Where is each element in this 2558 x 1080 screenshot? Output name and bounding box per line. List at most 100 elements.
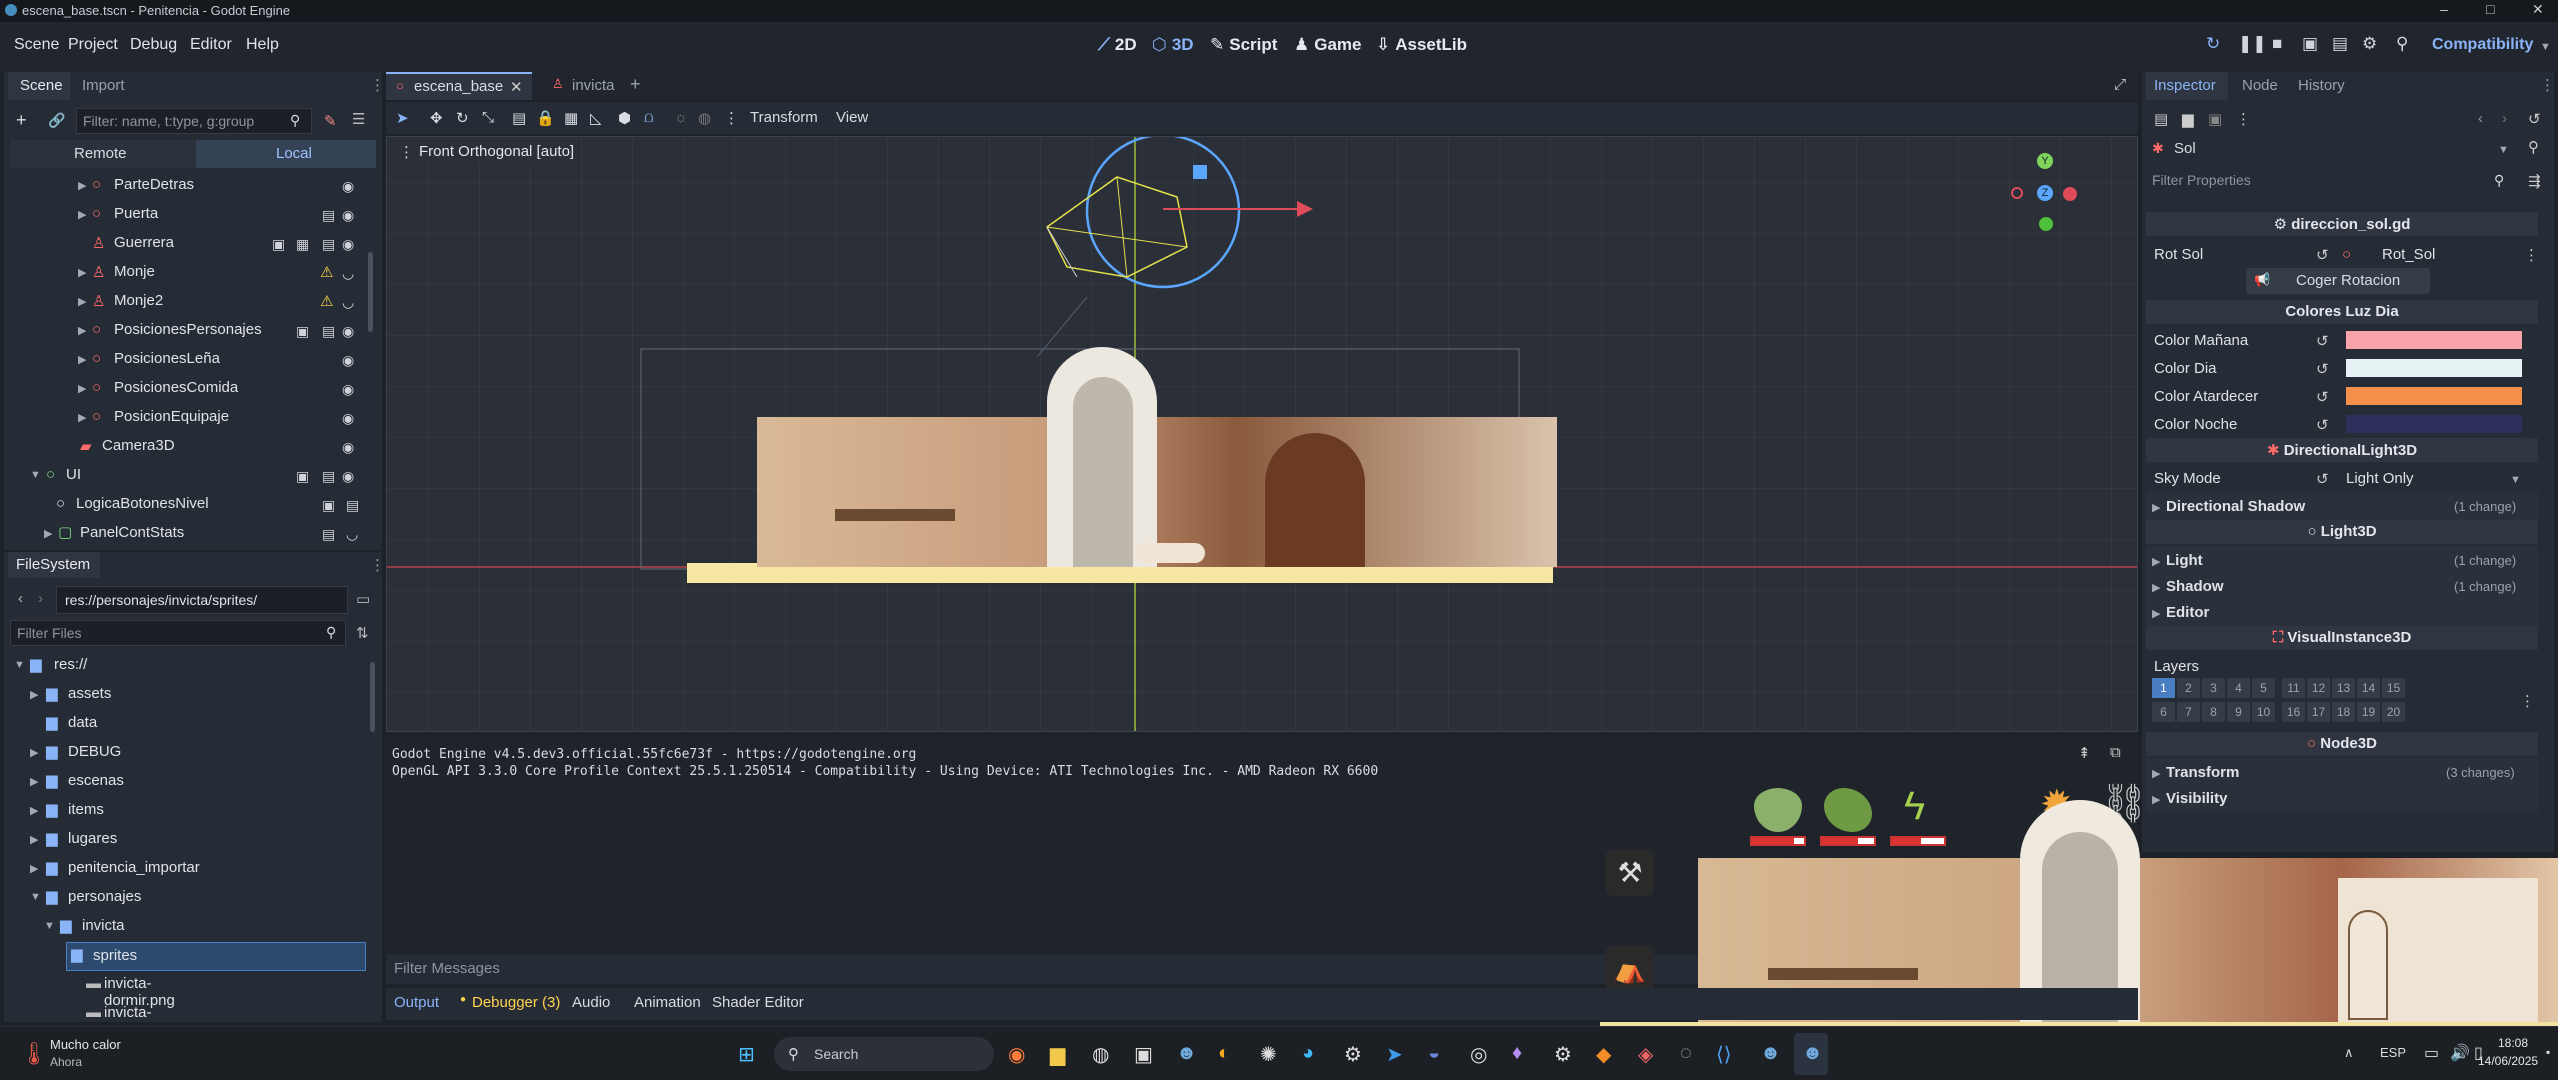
visibility-eye-icon[interactable]: ◉: [342, 207, 354, 224]
filesystem-filter-input[interactable]: Filter Files: [10, 620, 346, 646]
add-tab-button[interactable]: +: [630, 74, 641, 95]
revert-icon[interactable]: ↺: [2316, 470, 2329, 488]
layer-20[interactable]: 20: [2382, 702, 2405, 722]
chevron-right-icon[interactable]: ▶: [78, 179, 86, 192]
tab-history[interactable]: History: [2298, 77, 2345, 94]
local-space-icon[interactable]: ⬢: [618, 109, 631, 127]
chevron-down-icon[interactable]: ▼: [44, 920, 55, 932]
menu-scene[interactable]: Scene: [14, 36, 59, 54]
layer-17[interactable]: 17: [2307, 702, 2330, 722]
revert-icon[interactable]: ↺: [2316, 388, 2329, 406]
layer-11[interactable]: 11: [2282, 678, 2305, 698]
visibility-hidden-icon[interactable]: ◡: [342, 294, 354, 311]
tool-axe-button[interactable]: ⚒: [1606, 850, 1654, 896]
transform-menu[interactable]: Transform: [750, 109, 818, 126]
list-select-icon[interactable]: ▤: [512, 109, 526, 127]
blender-icon[interactable]: ◐: [1218, 1042, 1230, 1065]
chevron-right-icon[interactable]: ▶: [30, 688, 38, 701]
layer-12[interactable]: 12: [2307, 678, 2330, 698]
tray-overflow-icon[interactable]: ∧: [2344, 1045, 2354, 1061]
tab-animation[interactable]: Animation: [634, 994, 701, 1011]
gizmo-z-axis[interactable]: Z: [2037, 185, 2053, 201]
menu-debug[interactable]: Debug: [130, 36, 177, 54]
gizmo-y-axis[interactable]: Y: [2037, 153, 2053, 169]
ruler-icon[interactable]: ◺: [590, 109, 602, 127]
warning-icon[interactable]: ⚠: [320, 292, 333, 310]
layer-10[interactable]: 10: [2252, 702, 2275, 722]
inspector-options-icon[interactable]: ⇶: [2528, 172, 2541, 190]
layer-6[interactable]: 6: [2152, 702, 2175, 722]
remote-tab[interactable]: Remote: [74, 145, 127, 162]
visibility-eye-icon[interactable]: ◉: [342, 381, 354, 398]
light3d-section-header[interactable]: ○ Light3D: [2146, 520, 2538, 544]
revert-icon[interactable]: ↺: [2316, 332, 2329, 350]
layer-4[interactable]: 4: [2227, 678, 2250, 698]
group-icon[interactable]: ▦: [296, 236, 309, 253]
chevron-down-icon[interactable]: ▼: [2498, 144, 2509, 156]
lock-icon[interactable]: 🔒: [536, 109, 555, 127]
rotate-tool-icon[interactable]: ↻: [456, 109, 469, 127]
scene-filter-input[interactable]: Filter: name, t:type, g:group: [76, 108, 312, 134]
save-resource-icon[interactable]: ▣: [2208, 110, 2222, 128]
scrollbar[interactable]: [370, 662, 375, 732]
filter-messages-input[interactable]: Filter Messages: [394, 960, 500, 977]
group-shadow[interactable]: ▶ Shadow (1 change): [2146, 572, 2538, 600]
tab-scene[interactable]: Scene: [8, 72, 70, 100]
file-explorer-icon[interactable]: ▆: [1050, 1042, 1065, 1067]
layer-18[interactable]: 18: [2332, 702, 2355, 722]
layer-1[interactable]: 1: [2152, 678, 2175, 698]
git-icon[interactable]: ◈: [1638, 1042, 1653, 1067]
visibility-eye-icon[interactable]: ◉: [342, 410, 354, 427]
inspected-node-name[interactable]: Sol: [2174, 140, 2196, 157]
chevron-right-icon[interactable]: ▶: [78, 353, 86, 366]
menu-editor[interactable]: Editor: [190, 36, 232, 54]
warning-icon[interactable]: ⚠: [320, 263, 333, 281]
fs-row-sprites[interactable]: ▆ sprites: [66, 942, 366, 971]
firefox-icon[interactable]: ◉: [1008, 1042, 1025, 1067]
tab-output[interactable]: Output: [394, 994, 439, 1011]
layer-5[interactable]: 5: [2252, 678, 2275, 698]
chevron-right-icon[interactable]: ▶: [78, 324, 86, 337]
taskbar-search[interactable]: ⚲ Search: [774, 1037, 994, 1071]
group-icon[interactable]: ▦: [564, 109, 578, 127]
gizmo-neg-x-axis[interactable]: [2011, 187, 2023, 199]
chevron-right-icon[interactable]: ▶: [78, 266, 86, 279]
visibility-eye-icon[interactable]: ◉: [342, 178, 354, 195]
tab-inspector[interactable]: Inspector: [2146, 72, 2228, 100]
workspace-3d[interactable]: ⬡ 3D: [1152, 35, 1194, 55]
godot-alt-icon[interactable]: ☻: [1176, 1042, 1197, 1065]
terminal-icon[interactable]: ▣: [1134, 1042, 1153, 1067]
renderer-select[interactable]: Compatibility: [2432, 36, 2533, 54]
visibility-eye-icon[interactable]: ◉: [342, 323, 354, 340]
close-tab-icon[interactable]: ✕: [510, 78, 523, 96]
workspace-2d[interactable]: ⟋ 2D: [1098, 35, 1137, 55]
script-icon[interactable]: ▤: [322, 323, 335, 340]
obs-icon[interactable]: ◎: [1470, 1042, 1487, 1067]
snap-icon[interactable]: ⩍: [644, 109, 654, 126]
clear-output-icon[interactable]: ⇞: [2078, 744, 2091, 762]
group-editor[interactable]: ▶ Editor: [2146, 598, 2538, 626]
network-icon[interactable]: ▭: [2424, 1043, 2439, 1063]
app-circle-icon[interactable]: ◌: [1680, 1042, 1692, 1065]
dock-menu-icon[interactable]: ⋮: [2540, 76, 2554, 94]
layer-13[interactable]: 13: [2332, 678, 2355, 698]
scale-tool-icon[interactable]: ⤡: [482, 109, 494, 126]
revert-icon[interactable]: ↺: [2316, 360, 2329, 378]
minimize-button[interactable]: –: [2440, 1, 2448, 17]
3d-viewport[interactable]: ⋮ Front Orthogonal [auto] Y Z: [386, 136, 2138, 732]
play-scene-icon[interactable]: ▤: [2332, 34, 2348, 54]
dock-menu-icon[interactable]: ⋮: [370, 76, 385, 94]
add-node-icon[interactable]: +: [16, 110, 27, 131]
layer-15[interactable]: 15: [2382, 678, 2405, 698]
revert-icon[interactable]: ↺: [2316, 416, 2329, 434]
viewport-view-label[interactable]: Front Orthogonal [auto]: [419, 143, 574, 160]
viewport-menu-icon[interactable]: ⋮: [399, 143, 414, 161]
weather-title[interactable]: Mucho calor: [50, 1037, 121, 1052]
chevron-right-icon[interactable]: ▶: [78, 382, 86, 395]
group-visibility[interactable]: ▶ Visibility: [2146, 784, 2538, 812]
rot-sol-value[interactable]: Rot_Sol: [2382, 246, 2435, 263]
play-custom-icon[interactable]: ⚙: [2362, 34, 2377, 54]
scrollbar[interactable]: [368, 252, 373, 332]
tab-escena-base[interactable]: ○ escena_base ✕: [386, 72, 532, 100]
color-swatch-dia[interactable]: [2346, 359, 2522, 377]
